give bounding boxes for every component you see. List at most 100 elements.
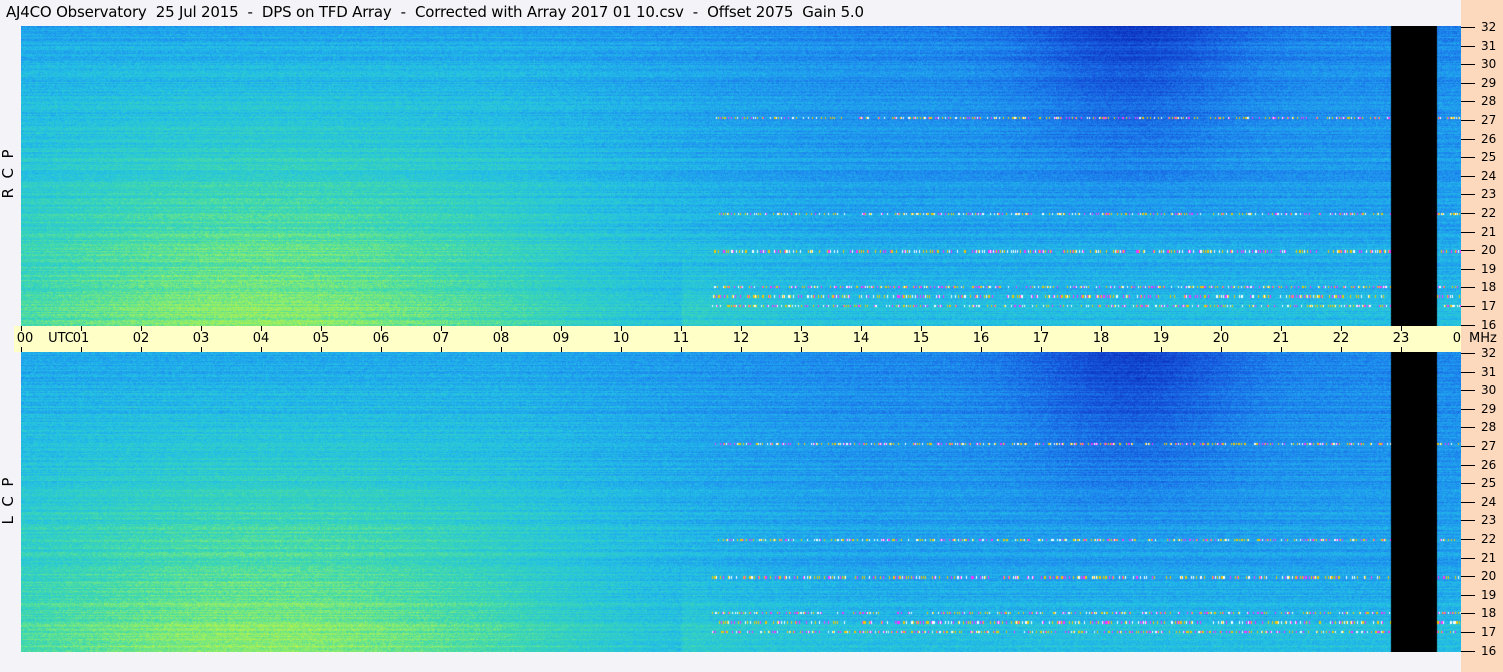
lcp-label: L C P	[0, 477, 17, 525]
freq-tick	[1461, 353, 1475, 354]
time-tick-label: 05	[312, 331, 330, 346]
freq-tick	[1461, 213, 1475, 214]
time-tick	[1161, 326, 1162, 331]
freq-tick	[1461, 287, 1475, 289]
time-tick	[1401, 326, 1402, 331]
freq-tick	[1461, 101, 1475, 103]
time-tick	[321, 326, 322, 331]
time-tick-label: 02	[132, 331, 150, 346]
freq-tick	[1461, 194, 1475, 196]
time-tick	[1041, 326, 1042, 331]
time-tick	[261, 326, 262, 331]
time-tick-label: 12	[732, 331, 750, 346]
freq-tick	[1461, 501, 1475, 503]
time-tick-label: 21	[1272, 331, 1290, 346]
freq-tick-label: 22	[1481, 532, 1497, 546]
freq-tick-label: 30	[1481, 57, 1497, 72]
freq-tick-label: 26	[1481, 457, 1497, 472]
time-tick-label: 04	[252, 331, 270, 346]
time-tick	[921, 326, 922, 331]
freq-tick	[1461, 324, 1475, 326]
time-tick-label: 03	[192, 331, 210, 346]
freq-tick	[1461, 268, 1475, 270]
freq-tick-label: 29	[1481, 75, 1497, 90]
time-tick	[981, 326, 982, 331]
time-tick	[1281, 326, 1282, 331]
freq-tick	[1461, 446, 1475, 447]
time-tick-label: 07	[432, 331, 450, 346]
time-tick	[141, 326, 142, 331]
freq-tick-label: 19	[1481, 261, 1497, 276]
freq-tick-label: 18	[1481, 606, 1497, 621]
time-tick	[681, 326, 682, 331]
freq-tick	[1461, 427, 1475, 429]
freq-tick	[1461, 138, 1475, 140]
freq-tick-label: 19	[1481, 587, 1497, 602]
freq-tick-label: 20	[1481, 569, 1497, 584]
time-tick	[81, 326, 82, 331]
freq-tick-label: 21	[1481, 550, 1497, 565]
time-tick-label: 19	[1152, 331, 1170, 346]
freq-tick	[1461, 231, 1475, 233]
freq-tick	[1461, 45, 1475, 47]
time-tick-label: 08	[492, 331, 510, 346]
freq-tick	[1461, 539, 1475, 540]
freq-tick-label: 23	[1481, 187, 1497, 202]
freq-tick	[1461, 632, 1475, 633]
freq-tick-label: 18	[1481, 280, 1497, 295]
freq-tick-label: 20	[1481, 243, 1497, 258]
freq-tick-label: 24	[1481, 168, 1497, 183]
time-tick-label: 22	[1332, 331, 1350, 346]
mhz-label: MHz	[1469, 331, 1497, 346]
freq-tick	[1461, 64, 1475, 66]
time-tick	[741, 326, 742, 331]
freq-tick	[1461, 27, 1475, 28]
freq-tick-label: 25	[1481, 476, 1497, 491]
freq-tick	[1461, 520, 1475, 522]
freq-tick-label: 27	[1481, 113, 1497, 127]
lcp-spectrogram	[21, 352, 1461, 652]
time-tick-label: 10	[612, 331, 630, 346]
freq-tick	[1461, 408, 1475, 410]
rcp-spectrogram	[21, 26, 1461, 326]
freq-tick-label: 21	[1481, 224, 1497, 239]
freq-tick-label: 27	[1481, 439, 1497, 453]
freq-tick	[1461, 306, 1475, 307]
chart-title: AJ4CO Observatory 25 Jul 2015 - DPS on T…	[6, 3, 864, 21]
freq-tick	[1461, 483, 1475, 485]
freq-tick-label: 29	[1481, 401, 1497, 416]
lcp-heatmap	[21, 352, 1461, 652]
time-tick-label: 17	[1032, 331, 1050, 346]
freq-tick	[1461, 157, 1475, 159]
time-tick	[501, 326, 502, 331]
freq-tick	[1461, 250, 1475, 252]
freq-tick	[1461, 120, 1475, 121]
freq-tick-label: 26	[1481, 131, 1497, 146]
freq-tick-label: 16	[1481, 643, 1497, 658]
freq-tick	[1461, 82, 1475, 84]
time-tick-label: 01	[72, 331, 90, 346]
freq-tick	[1461, 613, 1475, 615]
freq-tick-label: 28	[1481, 94, 1497, 109]
time-tick-label: 13	[792, 331, 810, 346]
freq-tick	[1461, 371, 1475, 373]
freq-tick-label: 30	[1481, 383, 1497, 398]
time-tick	[441, 326, 442, 331]
freq-tick-label: 31	[1481, 364, 1497, 379]
time-tick	[21, 326, 22, 331]
freq-tick-label: 16	[1481, 317, 1497, 332]
time-tick	[1221, 326, 1222, 331]
time-tick	[1341, 326, 1342, 331]
time-tick-label: 09	[552, 331, 570, 346]
freq-tick-label: 32	[1481, 346, 1497, 360]
utc-label: UTC	[48, 331, 74, 346]
time-tick-label: 16	[972, 331, 990, 346]
freq-tick	[1461, 650, 1475, 652]
time-tick	[381, 326, 382, 331]
freq-tick-label: 17	[1481, 625, 1497, 639]
time-axis: 00 UTC 01 02 03 04 05 06 07 08 09 10 11 12 13 14 15 16 17 1…	[14, 326, 1469, 352]
freq-tick	[1461, 557, 1475, 559]
freq-tick	[1461, 175, 1475, 177]
time-tick-label: 14	[852, 331, 870, 346]
time-tick-label: 11	[672, 331, 690, 346]
